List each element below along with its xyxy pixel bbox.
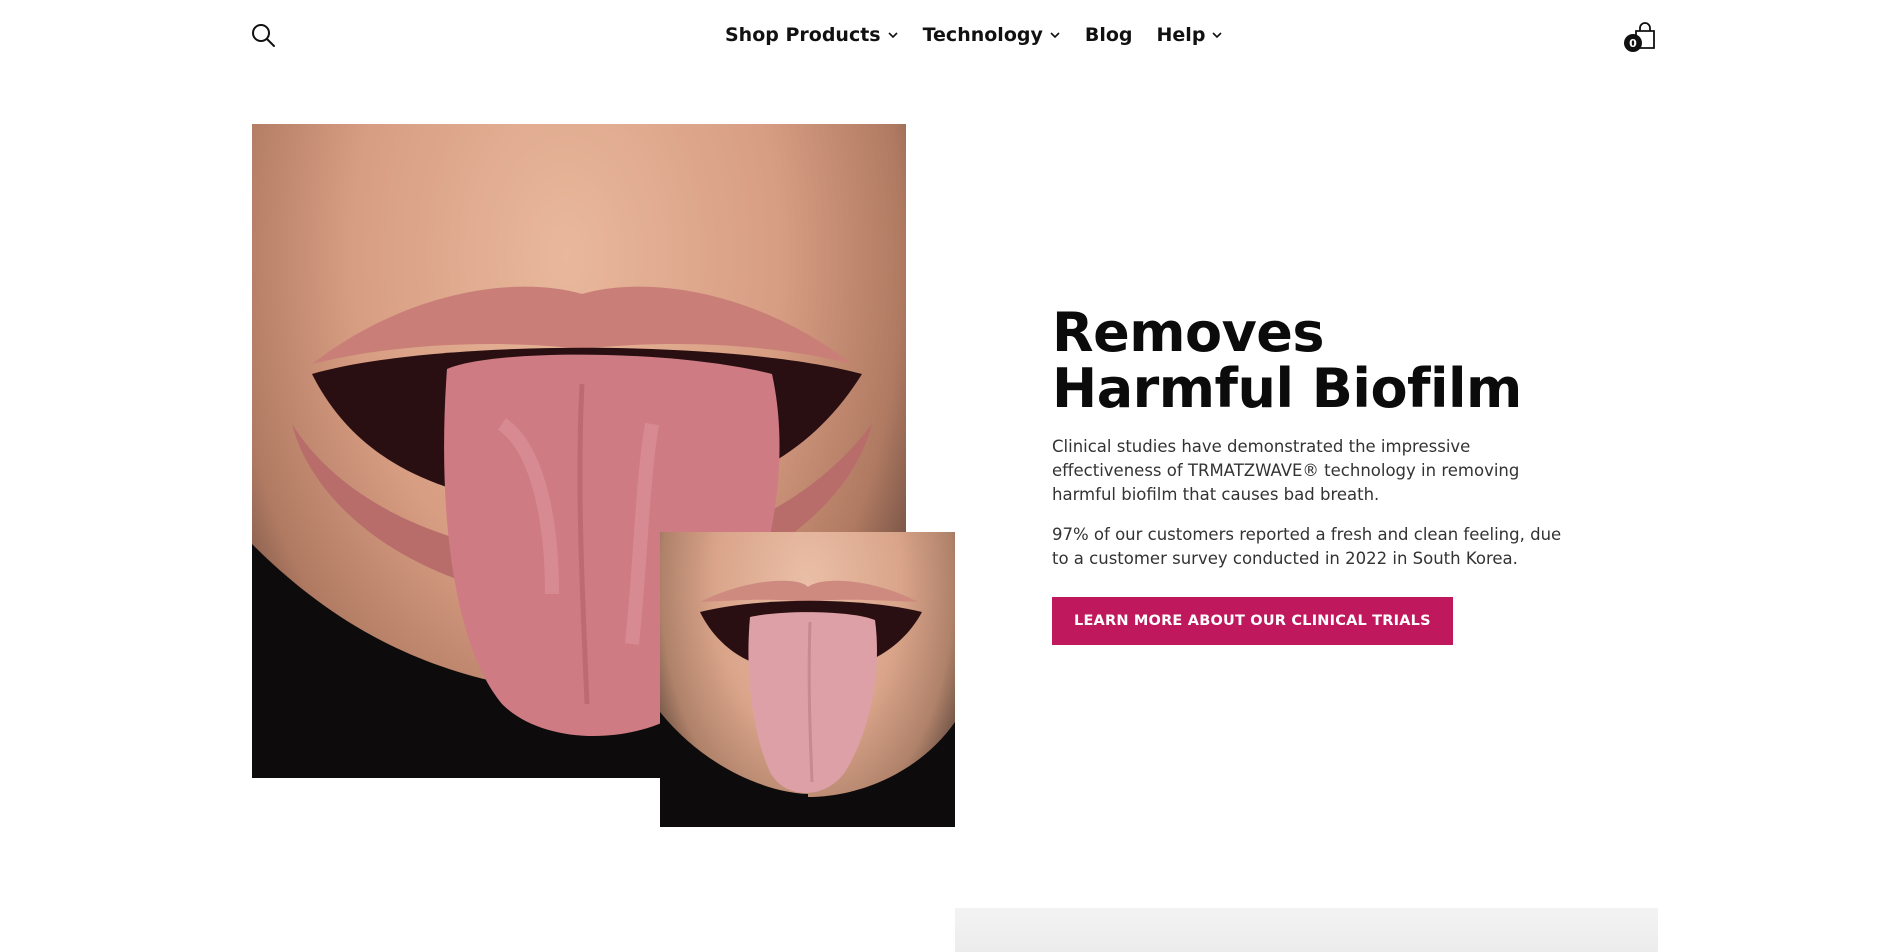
- hero-content: Removes Harmful Biofilm Clinical studies…: [1052, 305, 1572, 645]
- hero-paragraph-2: 97% of our customers reported a fresh an…: [1052, 525, 1562, 568]
- search-icon[interactable]: [250, 22, 276, 48]
- hero-paragraph-1: Clinical studies have demonstrated the i…: [1052, 437, 1520, 504]
- cart-count-badge: 0: [1624, 34, 1642, 52]
- clinical-trials-button[interactable]: LEARN MORE ABOUT OUR CLINICAL TRIALS: [1052, 597, 1453, 645]
- nav-item-help[interactable]: Help: [1157, 24, 1224, 46]
- chevron-down-icon: [1050, 32, 1060, 39]
- hero-title: Removes Harmful Biofilm: [1052, 301, 1522, 420]
- chevron-down-icon: [888, 32, 898, 39]
- nav-label: Help: [1156, 24, 1206, 46]
- nav-item-technology[interactable]: Technology: [923, 24, 1061, 46]
- nav-label: Technology: [922, 24, 1043, 46]
- site-header: Shop Products Technology Blog Help 0: [0, 0, 1902, 70]
- main-nav: Shop Products Technology Blog Help: [725, 0, 1223, 70]
- next-section-panel: [955, 908, 1658, 952]
- hero-image-after: [660, 532, 955, 827]
- nav-item-shop-products[interactable]: Shop Products: [725, 24, 899, 46]
- nav-label: Blog: [1084, 24, 1133, 46]
- chevron-down-icon: [1212, 32, 1222, 39]
- nav-label: Shop Products: [725, 24, 881, 46]
- nav-item-blog[interactable]: Blog: [1085, 24, 1133, 46]
